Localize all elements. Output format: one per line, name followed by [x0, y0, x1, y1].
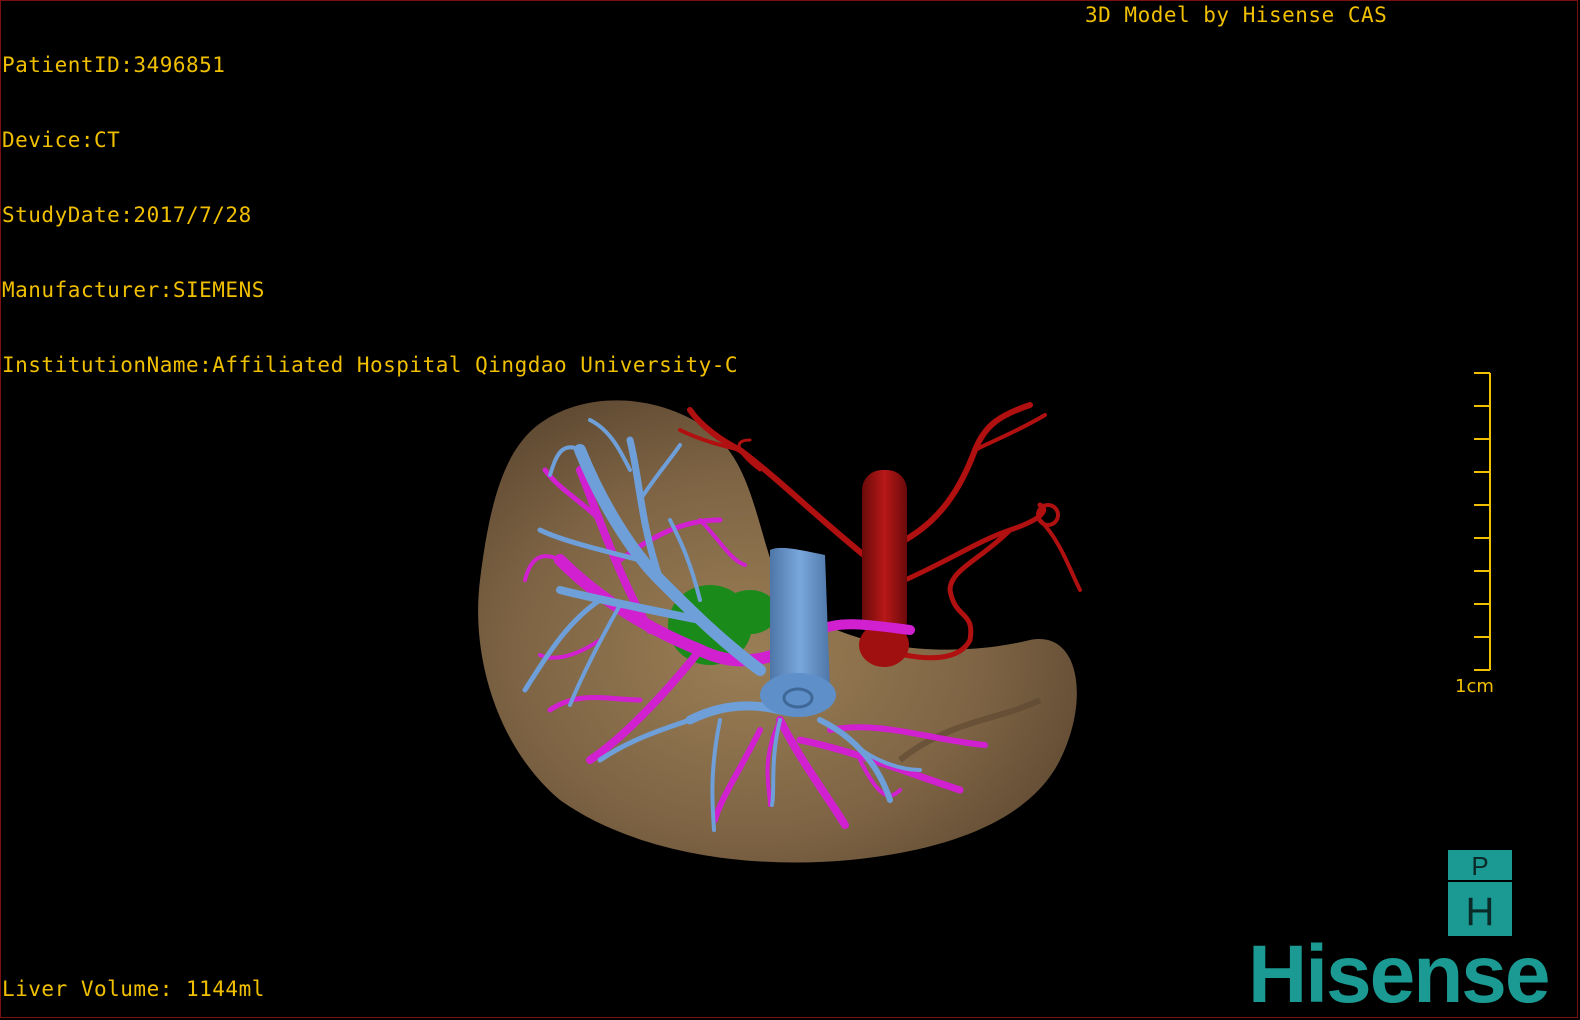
patient-id: PatientID:3496851	[2, 53, 226, 77]
brand-logo: Hisense	[1248, 929, 1551, 1020]
device: Device:CT	[2, 128, 121, 152]
scale-ruler	[1474, 372, 1491, 671]
aorta	[859, 470, 909, 667]
scale-label: 1cm	[1455, 676, 1494, 697]
ph-logo-icon: P H	[1448, 850, 1512, 936]
liver-volume: Liver Volume: 1144ml	[2, 977, 265, 1001]
logo-bottom-letter: H	[1466, 890, 1495, 934]
manufacturer: Manufacturer:SIEMENS	[2, 278, 265, 302]
study-date: StudyDate:2017/7/28	[2, 203, 252, 227]
dicom-info-panel: PatientID:3496851 Device:CT StudyDate:20…	[2, 3, 738, 403]
inferior-vena-cava	[760, 547, 836, 717]
model-credit: 3D Model by Hisense CAS	[1085, 3, 1388, 27]
logo-top-letter: P	[1471, 851, 1488, 881]
institution-name: InstitutionName:Affiliated Hospital Qing…	[2, 353, 739, 377]
